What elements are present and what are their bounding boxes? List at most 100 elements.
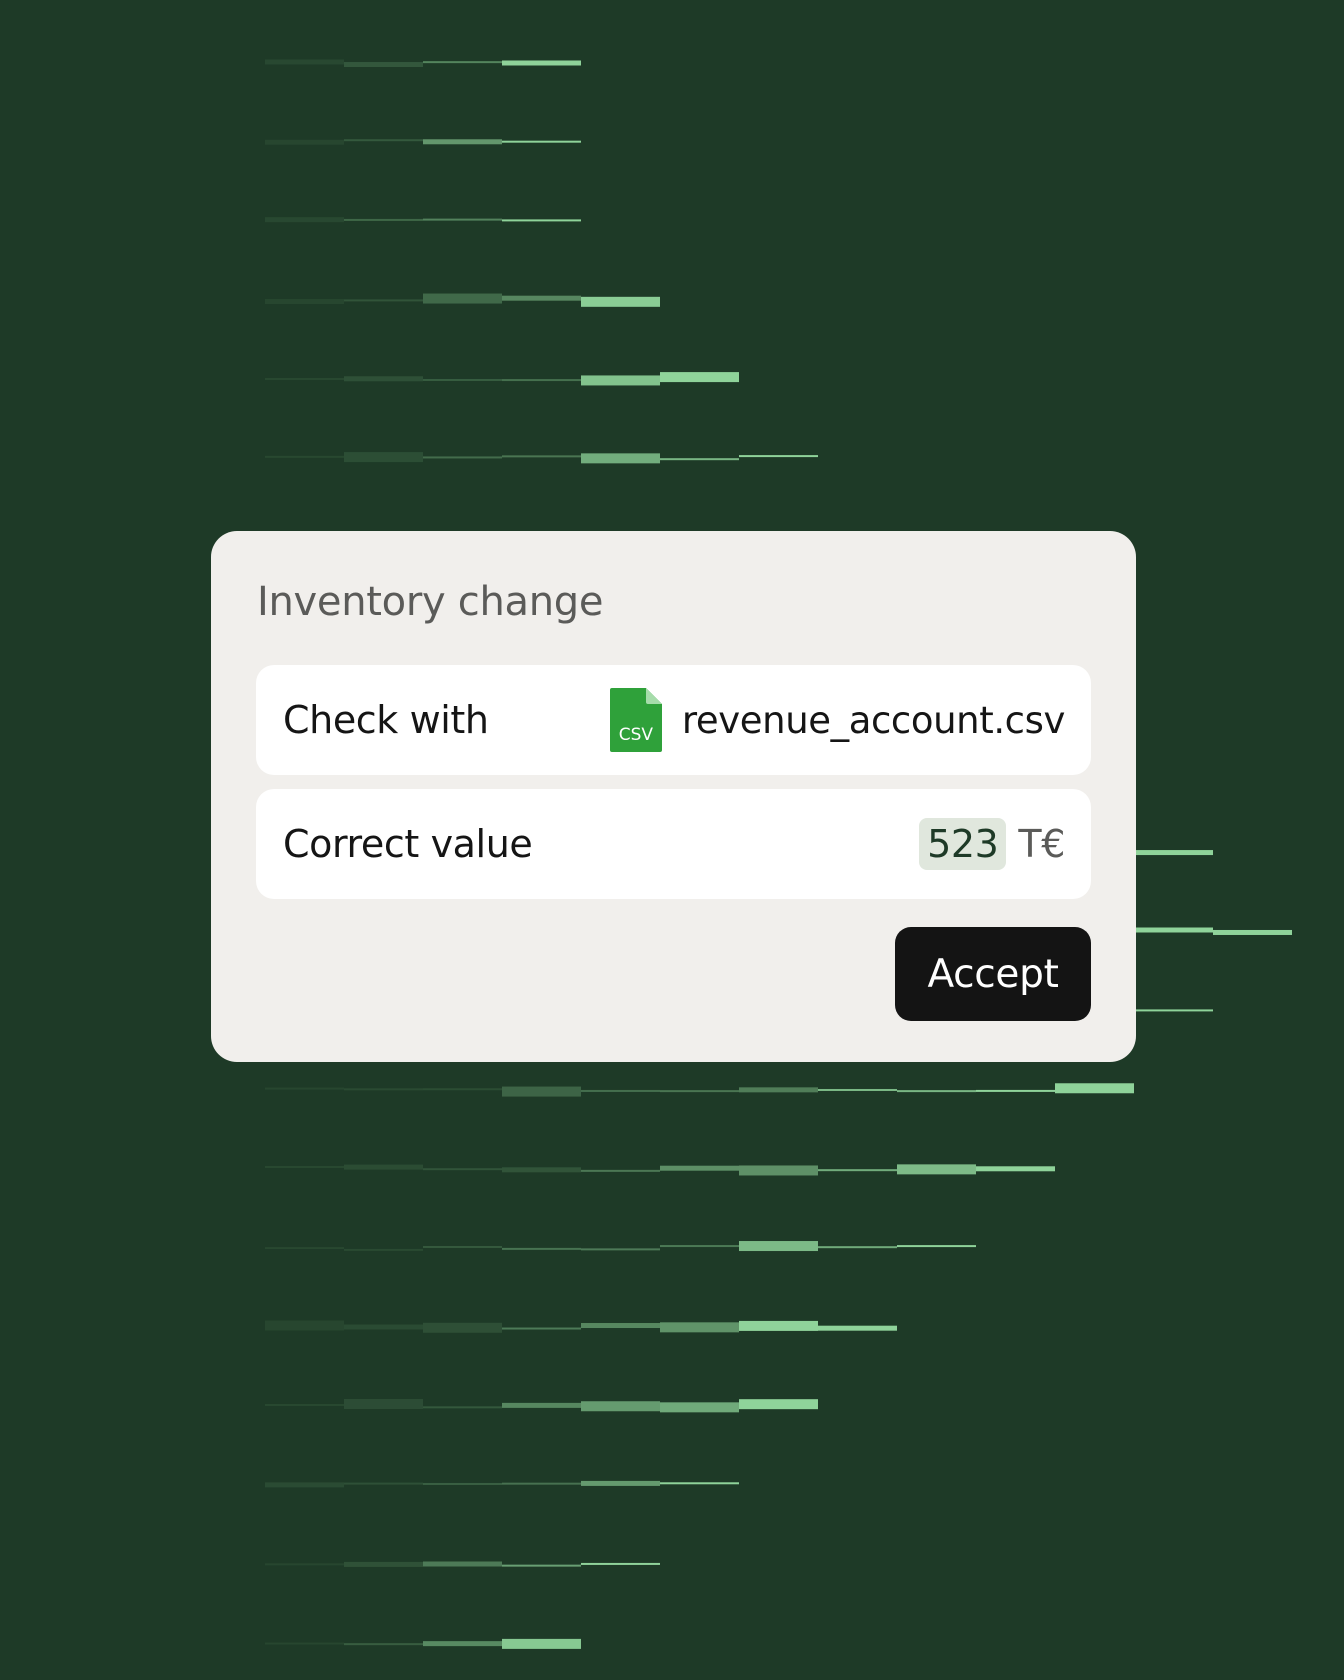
background-stripe-segment (502, 219, 581, 222)
background-stripe-segment (265, 1320, 344, 1331)
background-stripe-segment (581, 1323, 660, 1329)
background-stripe-segment (502, 295, 581, 301)
background-stripe-segment (265, 1166, 344, 1169)
background-stripe-segment (344, 1482, 423, 1485)
background-stripe-segment (423, 456, 502, 459)
background-stripe-segment (502, 1402, 581, 1408)
background-stripe-segment (423, 1168, 502, 1171)
background-stripe-segment (660, 1245, 739, 1248)
background-stripe-segment (344, 299, 423, 302)
background-stripe-segment (423, 1245, 502, 1248)
background-stripe-segment (660, 1322, 739, 1333)
background-stripe-segment (660, 1165, 739, 1171)
inventory-change-dialog: Inventory change Check with CSV revenue_… (211, 531, 1136, 1062)
background-stripe-segment (265, 139, 344, 145)
background-stripe-segment (581, 296, 660, 307)
background-stripe-segment (502, 1086, 581, 1097)
file-name[interactable]: revenue_account.csv (682, 699, 1065, 742)
background-stripe-segment (660, 1482, 739, 1485)
background-stripe-segment (502, 140, 581, 143)
background-stripe-segment (502, 455, 581, 458)
background-stripe-segment (739, 455, 818, 458)
background-stripe-segment (581, 1248, 660, 1251)
background-stripe-segment (265, 299, 344, 305)
background-stripe-segment (581, 1169, 660, 1172)
correct-value-label: Correct value (283, 822, 533, 866)
background-stripe-segment (739, 1320, 818, 1331)
accept-button[interactable]: Accept (895, 927, 1091, 1021)
background-stripe-segment (897, 1090, 976, 1093)
background-stripe-segment (265, 1087, 344, 1090)
background-stripe-segment (1134, 850, 1213, 856)
background-stripe-segment (423, 293, 502, 304)
background-stripe-segment (818, 1325, 897, 1331)
background-stripe-segment (344, 62, 423, 68)
background-stripe-segment (344, 1643, 423, 1646)
background-stripe-segment (423, 61, 502, 64)
linked-file[interactable]: CSV revenue_account.csv (609, 688, 1065, 752)
csv-icon-text: CSV (618, 725, 654, 745)
background-stripe-segment (423, 378, 502, 381)
csv-file-icon: CSV (609, 688, 662, 752)
correct-value-unit: T€ (1018, 822, 1065, 866)
background-stripe-segment (1134, 927, 1213, 933)
background-stripe-segment (423, 218, 502, 221)
background-stripe-segment (660, 458, 739, 461)
background-stripe-segment (265, 455, 344, 458)
background-stripe-segment (344, 1399, 423, 1410)
background-stripe-segment (581, 375, 660, 386)
check-with-row: Check with CSV revenue_account.csv (256, 665, 1091, 775)
background-stripe-segment (423, 1088, 502, 1091)
background-stripe-segment (976, 1166, 1055, 1172)
background-stripe-segment (660, 1402, 739, 1413)
background-stripe-segment (265, 1403, 344, 1406)
background-stripe-segment (1213, 929, 1292, 935)
background-stripe-segment (897, 1164, 976, 1175)
background-stripe-segment (818, 1088, 897, 1091)
background-stripe-segment (423, 1641, 502, 1647)
background-stripe-segment (344, 1088, 423, 1091)
background-stripe-segment (502, 1247, 581, 1250)
background-stripe-segment (344, 1248, 423, 1251)
background-stripe-segment (265, 377, 344, 380)
background-stripe-segment (502, 1564, 581, 1567)
background-stripe-segment (739, 1087, 818, 1093)
background-stripe-segment (502, 60, 581, 66)
background-stripe-segment (502, 1167, 581, 1173)
check-with-label: Check with (283, 698, 489, 742)
background-stripe-segment (581, 453, 660, 464)
background-stripe-segment (423, 1406, 502, 1409)
background-stripe-segment (265, 1563, 344, 1566)
background-stripe-segment (344, 1561, 423, 1567)
background-stripe-segment (265, 1482, 344, 1488)
background-stripe-segment (265, 59, 344, 65)
background-stripe-segment (976, 1089, 1055, 1092)
dialog-title: Inventory change (257, 579, 604, 625)
background-stripe-segment (581, 1562, 660, 1565)
background-stripe-segment (265, 1642, 344, 1645)
background-stripe-segment (581, 1401, 660, 1412)
background-stripe-segment (581, 1089, 660, 1092)
background-stripe-segment (344, 1324, 423, 1330)
background-stripe-segment (897, 1245, 976, 1248)
background-stripe-segment (502, 379, 581, 382)
correct-value-row: Correct value 523 T€ (256, 789, 1091, 899)
background-stripe-segment (581, 1480, 660, 1486)
correct-value-number: 523 (919, 818, 1007, 870)
background-stripe-segment (502, 1327, 581, 1330)
background-stripe-segment (502, 1638, 581, 1649)
background-stripe-segment (818, 1246, 897, 1249)
background-stripe-segment (660, 372, 739, 383)
background-stripe-segment (739, 1399, 818, 1410)
background-stripe-segment (344, 1164, 423, 1170)
background-stripe-segment (1134, 1009, 1213, 1012)
background-stripe-segment (423, 1322, 502, 1333)
background-stripe-segment (265, 1247, 344, 1250)
background-stripe-segment (739, 1241, 818, 1252)
background-stripe-segment (502, 1482, 581, 1485)
background-stripe-segment (423, 1561, 502, 1567)
background-stripe-segment (1055, 1083, 1134, 1094)
background-stripe-segment (660, 1090, 739, 1093)
background-stripe-segment (344, 376, 423, 382)
background-stripe-segment (423, 139, 502, 145)
